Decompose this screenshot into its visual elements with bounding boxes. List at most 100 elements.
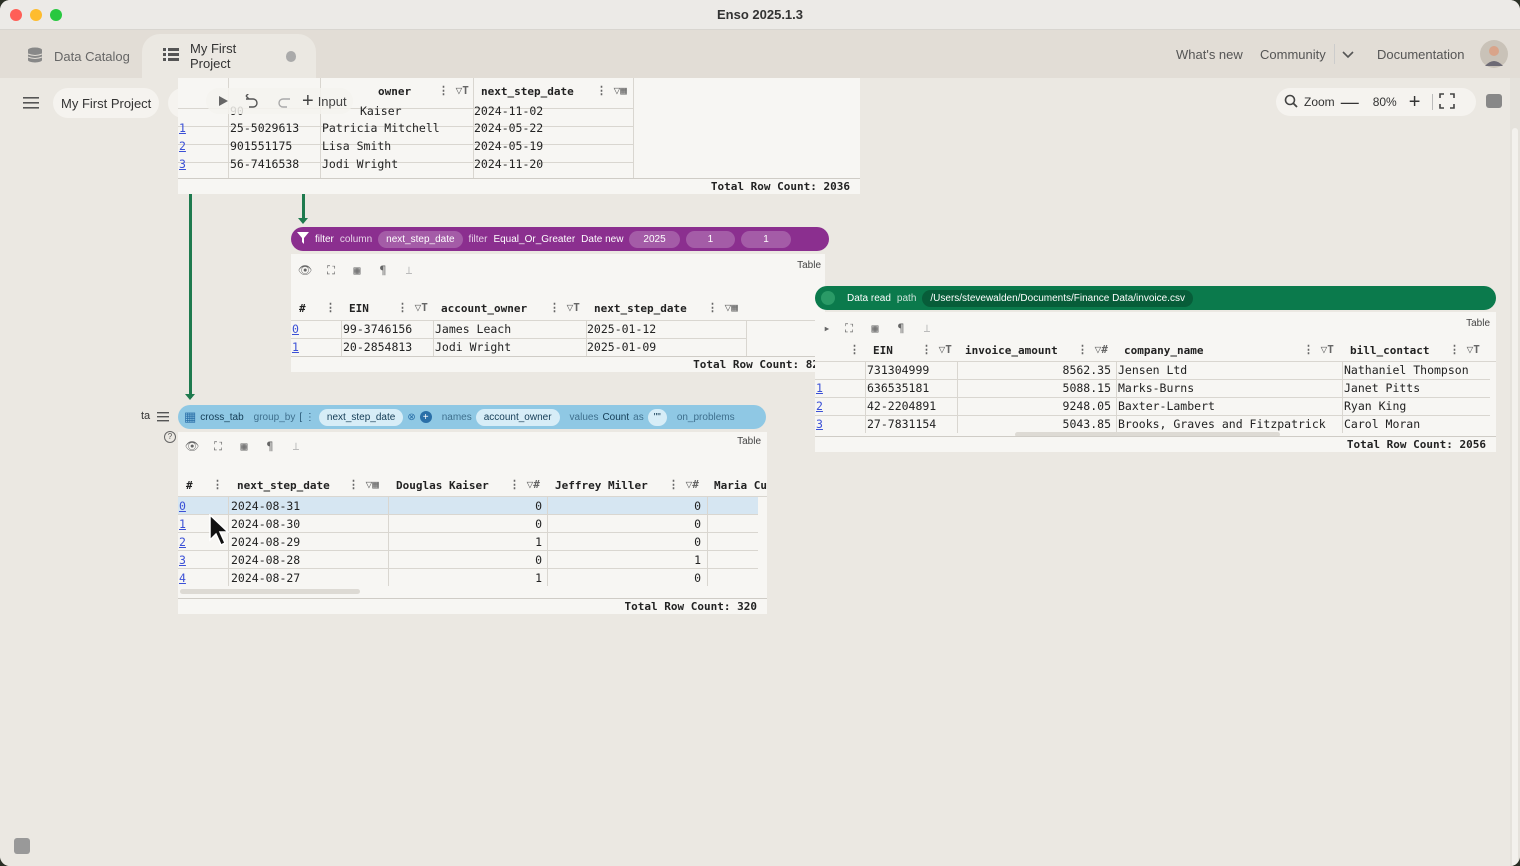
project-name-pill[interactable]: My First Project [53,88,160,118]
on-problems-keyword[interactable]: on_problems [677,412,735,423]
column-header[interactable]: invoice_amount [965,344,1058,357]
help-icon[interactable]: ? [164,431,176,443]
table-icon[interactable]: ▦ [234,436,254,456]
eye-icon[interactable]: 👁 [295,260,315,280]
whats-new-link[interactable]: What's new [1176,30,1243,78]
row-index-link[interactable]: 3 [179,553,186,567]
bottom-panel-icon[interactable] [14,838,30,854]
zoom-out-icon[interactable]: — [1341,92,1359,113]
filter-value[interactable]: Equal_Or_Greater [493,234,575,245]
row-index-link[interactable]: 2 [179,535,186,549]
values-count[interactable]: Count [602,412,629,423]
table-icon[interactable]: ▦ [865,318,885,338]
column-menu-icon[interactable]: ⋮ ▽T [921,343,952,356]
play-icon[interactable] [212,90,234,112]
column-header[interactable]: next_step_date [237,479,330,492]
column-menu-icon[interactable]: ⋮ ▽T [397,301,428,314]
expand-icon[interactable]: ⛶ [839,318,859,338]
row-index-link[interactable]: 1 [179,121,186,135]
row-index-link[interactable]: 2 [179,139,186,153]
chart-icon[interactable]: ⊥ [399,260,419,280]
add-input-button[interactable]: + Input [302,91,347,111]
node-menu-icon[interactable] [152,406,174,428]
column-menu-icon[interactable]: ⋮ ▽T [1449,343,1480,356]
chevron-down-icon[interactable] [1341,30,1355,78]
column-menu-icon[interactable]: ⋮ ▽# [668,478,699,491]
undo-icon[interactable] [242,90,264,112]
community-link[interactable]: Community [1260,30,1326,78]
play-icon[interactable]: ▸ [821,318,833,338]
expand-icon[interactable]: ⛶ [321,260,341,280]
column-header[interactable]: next_step_date [594,302,687,315]
column-header[interactable]: EIN [873,344,893,357]
cross-tab-table[interactable]: 👁 ⛶ ▦ ¶ ⊥ Table # ⋮ next_step_date ⋮ ▽▦ … [178,432,767,614]
eye-icon[interactable]: 👁 [182,436,202,456]
month-chip[interactable]: 1 [685,230,736,248]
avatar[interactable] [1480,30,1508,78]
close-window-button[interactable] [10,9,22,21]
add-node-icon[interactable] [821,291,835,305]
documentation-link[interactable]: Documentation [1377,30,1464,78]
zoom-value[interactable]: 80% [1373,95,1397,109]
as-value-chip[interactable]: "" [647,408,667,426]
row-index-link[interactable]: 1 [816,381,823,395]
row-index-link[interactable]: 1 [292,340,299,354]
column-menu-icon[interactable]: ⋮ ▽▦ [707,301,738,314]
column-header[interactable]: company_name [1124,344,1203,357]
table-icon[interactable]: ▦ [347,260,367,280]
column-header[interactable]: next_step_date [481,85,574,98]
column-header[interactable]: Maria Cu [714,479,767,492]
column-menu-icon[interactable]: ⋮ [325,301,336,314]
row-index-link[interactable]: 4 [179,571,186,585]
zoom-in-icon[interactable]: + [1409,91,1421,114]
filter-node[interactable]: filter column next_step_date filter Equa… [291,227,829,251]
close-tab-icon[interactable] [285,50,296,62]
path-chip[interactable]: /Users/stevewalden/Documents/Finance Dat… [922,289,1193,307]
column-header[interactable]: owner [378,85,411,98]
column-menu-icon[interactable]: ⋮ ▽T [1303,343,1334,356]
hamburger-menu-icon[interactable] [20,92,42,114]
cross-tab-node[interactable]: ▦ cross_tab group_by [ ⋮ next_step_date … [178,405,766,429]
names-chip[interactable]: account_owner [475,408,560,426]
column-chip[interactable]: next_step_date [378,230,463,248]
filter-table[interactable]: 👁 ⛶ ▦ ¶ ⊥ Table # ⋮ EIN ⋮ ▽T account_own… [291,254,825,372]
invoice-table[interactable]: ▸ ⛶ ▦ ¶ ⊥ Table ⋮ EIN ⋮ ▽T invoice_amoun… [815,312,1496,452]
column-header[interactable]: Jeffrey Miller [555,479,648,492]
fullscreen-icon[interactable] [1439,92,1456,112]
row-index-link[interactable]: 2 [816,399,823,413]
vertical-scrollbar[interactable] [1510,78,1520,866]
column-header[interactable]: account_owner [441,302,527,315]
tab-my-first-project[interactable]: My First Project [142,34,316,78]
maximize-window-button[interactable] [50,9,62,21]
graph-canvas[interactable]: My First Project owner ⋮ ▽T next_step_da… [0,78,1510,866]
chart-icon[interactable]: ⊥ [917,318,937,338]
panel-toggle-icon[interactable] [1486,94,1502,108]
column-header[interactable]: EIN [349,302,369,315]
column-menu-icon[interactable]: ⋮ ▽# [509,478,540,491]
horizontal-scrollbar[interactable] [180,589,360,594]
paragraph-icon[interactable]: ¶ [260,436,280,456]
row-index-link[interactable]: 3 [816,417,823,431]
column-menu-icon[interactable]: ⋮ [849,343,860,356]
column-menu-icon[interactable]: ⋮ [212,478,223,491]
minimize-window-button[interactable] [30,9,42,21]
row-index-link[interactable]: 3 [179,157,186,171]
data-read-node[interactable]: Data read path /Users/stevewalden/Docume… [815,286,1496,310]
column-header[interactable]: Douglas Kaiser [396,479,489,492]
chart-icon[interactable]: ⊥ [286,436,306,456]
group-by-chip[interactable]: next_step_date [318,408,404,426]
column-menu-icon[interactable]: ⋮ ▽T [438,84,469,97]
expand-icon[interactable]: ⛶ [208,436,228,456]
row-index-link[interactable]: 0 [179,499,186,513]
row-index-link[interactable]: 1 [179,517,186,531]
day-chip[interactable]: 1 [741,230,791,248]
tab-data-catalog[interactable]: Data Catalog [6,34,150,78]
column-menu-icon[interactable]: ⋮ ▽T [549,301,580,314]
column-menu-icon[interactable]: ⋮ ▽▦ [596,84,627,97]
paragraph-icon[interactable]: ¶ [373,260,393,280]
column-menu-icon[interactable]: ⋮ ▽▦ [348,478,379,491]
remove-item-icon[interactable]: ⊗ [407,412,415,423]
column-menu-icon[interactable]: ⋮ ▽# [1077,343,1108,356]
column-header[interactable]: bill_contact [1350,344,1429,357]
row-index-link[interactable]: 0 [292,322,299,336]
